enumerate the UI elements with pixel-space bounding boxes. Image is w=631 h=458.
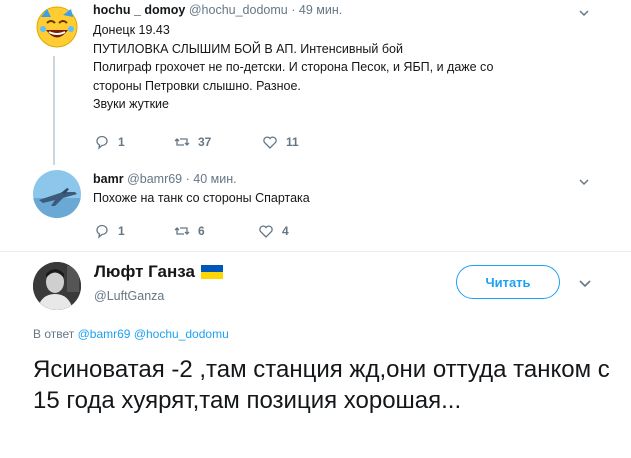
like-button[interactable]: 11 (262, 134, 342, 150)
retweet-button[interactable]: 6 (174, 223, 258, 239)
text-line: стороны Петровки слышно. Разное. (93, 78, 301, 93)
text-line: Звуки жуткие (93, 97, 169, 111)
author-name[interactable]: bamr (93, 172, 124, 186)
separator-dot: · (291, 3, 296, 17)
tweet-hochu-domoy[interactable]: hochu _ domoy @hochu_dodomu · 49 мин. До… (0, 0, 631, 165)
author-name[interactable]: hochu _ domoy (93, 3, 185, 17)
text-line: Полиграф грохочет не по-детски. И сторон… (93, 60, 494, 74)
text-line: Донецк 19.43 (93, 23, 170, 37)
heart-icon (259, 225, 273, 238)
retweet-button[interactable]: 37 (174, 134, 262, 150)
follow-button[interactable]: Читать (456, 265, 560, 299)
tweet-bamr[interactable]: bamr @bamr69 · 40 мин. Похоже на танк со… (0, 165, 631, 245)
reply-icon (96, 135, 108, 150)
tweet-actions: 1 6 4 (94, 223, 338, 239)
author-handle[interactable]: @bamr69 (127, 172, 182, 186)
main-tweet-text: Ясиноватая -2 ,там станция жд,они оттуда… (33, 356, 610, 414)
person-photo-avatar[interactable] (33, 262, 81, 310)
reply-prefix: В ответ (33, 327, 75, 341)
author-handle[interactable]: @hochu_dodomu (189, 3, 288, 17)
separator-dot: · (185, 172, 190, 186)
fighter-jet-avatar[interactable] (33, 170, 81, 218)
text-line: ПУТИЛОВКА СЛЫШИМ БОЙ В АП. Интенсивный б… (93, 41, 403, 56)
author-name-text[interactable]: Люфт Ганза (94, 262, 195, 282)
tweet-actions: 1 37 11 (94, 134, 342, 150)
chevron-down-icon[interactable] (578, 276, 592, 290)
tweet-text: Донецк 19.43 ПУТИЛОВКА СЛЫШИМ БОЙ В АП. … (93, 21, 613, 114)
reply-button[interactable]: 1 (94, 134, 174, 150)
author-handle[interactable]: @LuftGanza (94, 289, 164, 303)
timestamp[interactable]: 49 мин. (299, 3, 342, 17)
author-name[interactable]: Люфт Ганза (94, 262, 223, 282)
ukraine-flag-icon (200, 265, 223, 279)
chevron-down-icon[interactable] (578, 7, 590, 19)
timestamp[interactable]: 40 мин. (193, 172, 236, 186)
laughing-emoji-avatar[interactable] (33, 3, 81, 51)
tweet-header: bamr @bamr69 · 40 мин. (93, 172, 237, 186)
tweet-header: hochu _ domoy @hochu_dodomu · 49 мин. (93, 3, 342, 17)
reply-user-link[interactable]: @hochu_dodomu (134, 327, 229, 341)
retweet-icon (174, 138, 190, 146)
like-button[interactable]: 4 (258, 223, 338, 239)
thread-connector (53, 56, 55, 165)
chevron-down-icon[interactable] (578, 176, 590, 188)
reply-button[interactable]: 1 (94, 223, 174, 239)
heart-icon (263, 136, 277, 149)
reply-count: 1 (118, 135, 125, 149)
divider (0, 251, 631, 252)
retweet-count: 6 (198, 224, 205, 238)
reply-context: В ответ @bamr69 @hochu_dodomu (33, 327, 229, 341)
like-count: 11 (286, 135, 299, 149)
like-count: 4 (282, 224, 289, 238)
reply-user-link[interactable]: @bamr69 (78, 327, 131, 341)
retweet-count: 37 (198, 135, 212, 149)
reply-count: 1 (118, 224, 125, 238)
reply-icon (96, 224, 108, 239)
retweet-icon (174, 227, 190, 235)
tweet-text: Похоже на танк со стороны Спартака (93, 191, 310, 205)
